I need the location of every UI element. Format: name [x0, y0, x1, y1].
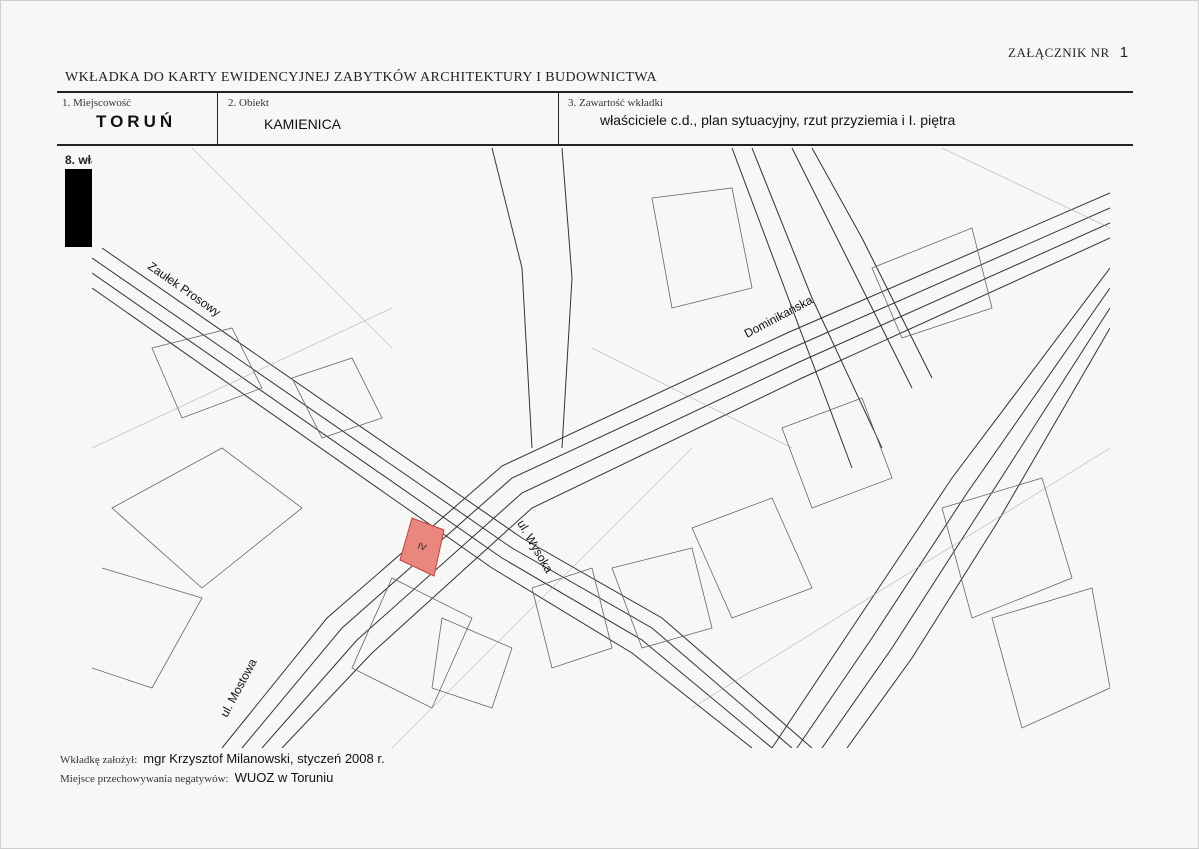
contents-value: właściciele c.d., plan sytuacyjny, rzut … — [600, 112, 956, 128]
author-label: Wkładkę założył: — [60, 754, 138, 766]
storage-line: Miejsce przechowywania negatywów: WUOZ w … — [60, 770, 333, 785]
annex-label: ZAŁĄCZNIK NR — [1008, 45, 1110, 60]
document-title: WKŁADKA DO KARTY EWIDENCYJNEJ ZABYTKÓW A… — [65, 70, 657, 85]
site-plan-drawing: IV Zaułek Prosowy ul. Wysoka ul. Mostowa… — [92, 148, 1110, 748]
storage-label: Miejsce przechowywania negatywów: — [60, 773, 229, 785]
column-divider — [217, 92, 218, 145]
author-line: Wkładkę założył: mgr Krzysztof Milanowski… — [60, 751, 385, 766]
annex-header: ZAŁĄCZNIK NR 1 — [1008, 44, 1129, 61]
location-label: 1. Miejscowość — [62, 97, 132, 109]
table-top-rule — [57, 91, 1133, 93]
author-value: mgr Krzysztof Milanowski, styczeń 2008 r… — [143, 751, 385, 766]
location-value: TORUŃ — [96, 112, 177, 131]
object-label: 2. Obiekt — [228, 97, 269, 109]
contents-label: 3. Zawartość wkładki — [568, 97, 663, 109]
storage-value: WUOZ w Toruniu — [234, 770, 334, 785]
column-divider — [558, 92, 559, 145]
object-value: KAMIENICA — [264, 116, 342, 132]
table-bottom-rule — [57, 144, 1133, 146]
annex-number: 1 — [1119, 44, 1129, 61]
site-plan-map: IV Zaułek Prosowy ul. Wysoka ul. Mostowa… — [92, 148, 1110, 748]
